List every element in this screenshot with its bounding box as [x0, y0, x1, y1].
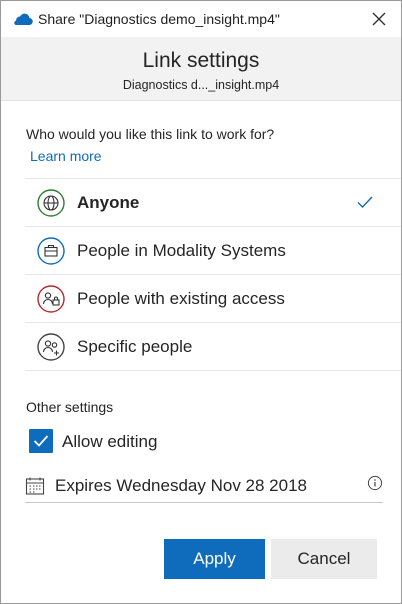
allow-editing-label: Allow editing: [62, 432, 158, 451]
option-organization[interactable]: People in Modality Systems: [25, 226, 401, 274]
option-existing-access[interactable]: People with existing access: [25, 274, 401, 322]
briefcase-icon: [37, 237, 65, 265]
option-anyone[interactable]: Anyone: [25, 178, 401, 226]
people-add-icon: [37, 333, 65, 361]
option-label: People in Modality Systems: [77, 241, 286, 260]
option-label: People with existing access: [77, 289, 285, 308]
option-specific-people[interactable]: Specific people: [25, 322, 401, 370]
cancel-button[interactable]: Cancel: [271, 539, 377, 579]
window-title: Share "Diagnostics demo_insight.mp4": [38, 11, 280, 27]
title-bar: Share "Diagnostics demo_insight.mp4": [1, 1, 401, 37]
option-label: Anyone: [77, 193, 140, 212]
divider: [25, 370, 401, 371]
header-band: Link settings Diagnostics d..._insight.m…: [1, 37, 401, 101]
expiry-date-field[interactable]: Expires Wednesday Nov 28 2018: [25, 473, 383, 503]
expiry-label: Expires Wednesday Nov 28 2018: [55, 476, 308, 495]
audience-options: Anyone People in Modality Systems People…: [25, 178, 401, 371]
apply-button[interactable]: Apply: [164, 539, 265, 579]
audience-question: Who would you like this link to work for…: [26, 126, 275, 142]
other-settings-heading: Other settings: [26, 399, 114, 415]
globe-icon: [37, 189, 65, 217]
checkmark-icon: [357, 196, 373, 209]
file-name: Diagnostics d..._insight.mp4: [122, 78, 280, 92]
people-lock-icon: [37, 285, 65, 313]
option-label: Specific people: [77, 337, 193, 356]
checkbox-checked[interactable]: [29, 429, 53, 453]
onedrive-cloud-icon: [14, 13, 33, 26]
learn-more-link[interactable]: Learn more: [30, 148, 102, 164]
page-title: Link settings: [142, 49, 260, 72]
checkmark-icon: [33, 435, 49, 447]
close-icon[interactable]: [370, 10, 388, 28]
info-icon[interactable]: [367, 475, 383, 491]
calendar-icon: [25, 477, 45, 495]
share-dialog: Share "Diagnostics demo_insight.mp4" Lin…: [0, 0, 402, 604]
